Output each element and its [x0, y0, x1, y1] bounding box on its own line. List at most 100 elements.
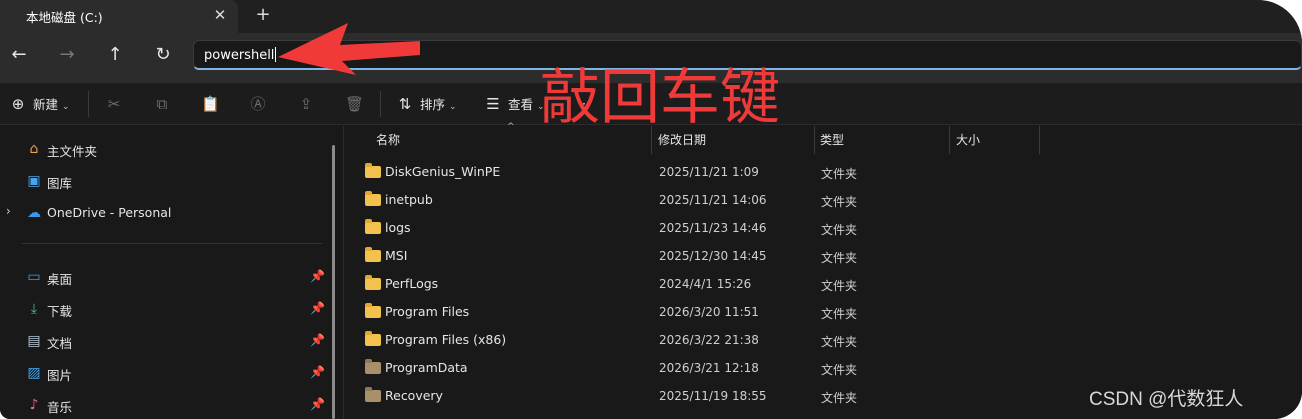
pin-icon[interactable]: 📌 [310, 365, 325, 379]
sidebar-item-gallery[interactable]: ▣ 图库 [0, 167, 330, 195]
file-name: Program Files (x86) [385, 332, 507, 347]
file-modified: 2025/11/21 1:09 [659, 165, 759, 179]
folder-icon [365, 387, 381, 402]
close-icon[interactable]: ✕ [210, 5, 230, 25]
pin-icon[interactable]: 📌 [310, 269, 325, 283]
file-type: 文件夹 [821, 167, 858, 181]
file-name: DiskGenius_WinPE [385, 164, 501, 179]
file-modified: 2025/12/30 14:45 [659, 249, 767, 263]
file-name: Program Files [385, 304, 470, 319]
desktop-icon: ▭ [27, 269, 41, 285]
table-row[interactable]: inetpub 2025/11/21 14:06 文件夹 [344, 186, 1302, 214]
file-modified: 2024/4/1 15:26 [659, 277, 752, 291]
sort-ascending-icon: ^ [507, 122, 515, 132]
sidebar-scrollbar[interactable] [332, 145, 335, 419]
file-modified: 2025/11/21 14:06 [659, 193, 767, 207]
address-input[interactable]: powershell [204, 48, 274, 63]
table-row[interactable]: DiskGenius_WinPE 2025/11/21 1:09 文件夹 [344, 158, 1302, 186]
chevron-right-icon[interactable]: › [6, 204, 11, 218]
delete-icon[interactable]: 🗑 [345, 92, 369, 116]
folder-icon [365, 247, 381, 262]
annotation-arrow [278, 23, 420, 75]
cloud-icon: ☁ [27, 205, 41, 221]
sidebar-item-documents[interactable]: ▤ 文档 📌 [0, 327, 330, 355]
file-name: Recovery [385, 388, 443, 403]
file-modified: 2026/3/21 12:18 [659, 361, 759, 375]
column-header-type[interactable]: 类型 [820, 126, 844, 154]
music-icon: ♪ [29, 397, 39, 413]
file-name: PerfLogs [385, 276, 439, 291]
rename-icon[interactable]: Ⓐ [249, 92, 273, 116]
annotation-text: 敲回车键 [540, 63, 780, 133]
title-bar: 本地磁盘 (C:) ✕ + [0, 0, 1302, 33]
arrow-up-icon[interactable]: ↑ [101, 43, 129, 67]
sidebar-item-music[interactable]: ♪ 音乐 📌 [0, 391, 330, 419]
new-button[interactable]: ⊕ 新建 ⌄ [9, 92, 70, 116]
view-list-icon: ☰ [486, 95, 500, 113]
file-name: ProgramData [385, 360, 468, 375]
folder-icon [365, 331, 381, 346]
download-icon: ⤓ [30, 301, 38, 317]
file-modified: 2026/3/22 21:38 [659, 333, 759, 347]
tab-local-disk[interactable]: 本地磁盘 (C:) ✕ [0, 0, 238, 33]
file-modified: 2026/3/20 11:51 [659, 305, 759, 319]
plus-circle-icon: ⊕ [11, 95, 25, 113]
file-explorer-window: 本地磁盘 (C:) ✕ + ← → ↑ ↻ powershell ⊕ 新建 ⌄ ✂ … [0, 0, 1302, 419]
picture-icon: ▨ [27, 365, 41, 381]
file-modified: 2025/11/19 18:55 [659, 389, 767, 403]
table-row[interactable]: PerfLogs 2024/4/1 15:26 文件夹 [344, 270, 1302, 298]
table-row[interactable]: logs 2025/11/23 14:46 文件夹 [344, 214, 1302, 242]
arrow-right-icon[interactable]: → [53, 43, 81, 67]
document-icon: ▤ [27, 333, 41, 349]
sidebar-item-desktop[interactable]: ▭ 桌面 📌 [0, 263, 330, 291]
file-type: 文件夹 [821, 195, 858, 209]
home-icon: ⌂ [29, 141, 39, 157]
copy-icon[interactable]: ⧉ [153, 92, 177, 116]
pin-icon[interactable]: 📌 [310, 397, 325, 411]
column-header-name[interactable]: 名称 [376, 126, 400, 154]
view-button[interactable]: ☰ 查看 ⌄ [484, 92, 544, 116]
file-type: 文件夹 [821, 335, 858, 349]
column-divider[interactable] [949, 126, 950, 154]
table-row[interactable]: MSI 2025/12/30 14:45 文件夹 [344, 242, 1302, 270]
sidebar-item-downloads[interactable]: ⤓ 下载 📌 [0, 295, 330, 323]
watermark: CSDN @代数狂人 [1089, 389, 1244, 410]
table-row[interactable]: Program Files (x86) 2026/3/22 21:38 文件夹 [344, 326, 1302, 354]
table-row[interactable]: Program Files 2026/3/20 11:51 文件夹 [344, 298, 1302, 326]
tab-title: 本地磁盘 (C:) [26, 10, 103, 25]
pin-icon[interactable]: 📌 [310, 333, 325, 347]
refresh-icon[interactable]: ↻ [149, 43, 177, 67]
file-type: 文件夹 [821, 363, 858, 377]
table-row[interactable]: ProgramData 2026/3/21 12:18 文件夹 [344, 354, 1302, 382]
chevron-down-icon: ⌄ [449, 102, 457, 112]
sort-button[interactable]: ⇅ 排序 ⌄ [396, 92, 457, 116]
sort-icon: ⇅ [398, 95, 412, 113]
folder-icon [365, 219, 381, 234]
column-divider[interactable] [814, 126, 815, 154]
paste-icon[interactable]: 📋 [201, 92, 225, 116]
share-icon[interactable]: ⇪ [297, 92, 321, 116]
sidebar-item-home[interactable]: ⌂ 主文件夹 [0, 135, 330, 163]
file-name: inetpub [385, 192, 433, 207]
sidebar-item-onedrive[interactable]: › ☁ OneDrive - Personal [0, 199, 330, 227]
folder-icon [365, 191, 381, 206]
folder-icon [365, 359, 381, 374]
navigation-pane: ⌂ 主文件夹 ▣ 图库 › ☁ OneDrive - Personal ▭ 桌面… [0, 126, 343, 419]
sidebar-divider [22, 243, 322, 244]
folder-icon [365, 163, 381, 178]
column-divider[interactable] [1039, 126, 1040, 154]
file-list: ^ 名称 修改日期 类型 大小 DiskGenius_WinPE 2025/11… [343, 122, 1302, 419]
file-name: MSI [385, 248, 408, 263]
cut-icon[interactable]: ✂ [105, 92, 129, 116]
column-header-size[interactable]: 大小 [956, 126, 980, 154]
sidebar-item-pictures[interactable]: ▨ 图片 📌 [0, 359, 330, 387]
file-type: 文件夹 [821, 307, 858, 321]
arrow-left-icon[interactable]: ← [5, 43, 33, 67]
chevron-down-icon: ⌄ [62, 102, 70, 112]
file-type: 文件夹 [821, 279, 858, 293]
toolbar-divider [88, 91, 89, 117]
folder-icon [365, 275, 381, 290]
gallery-icon: ▣ [27, 173, 41, 189]
file-type: 文件夹 [821, 391, 858, 405]
pin-icon[interactable]: 📌 [310, 301, 325, 315]
